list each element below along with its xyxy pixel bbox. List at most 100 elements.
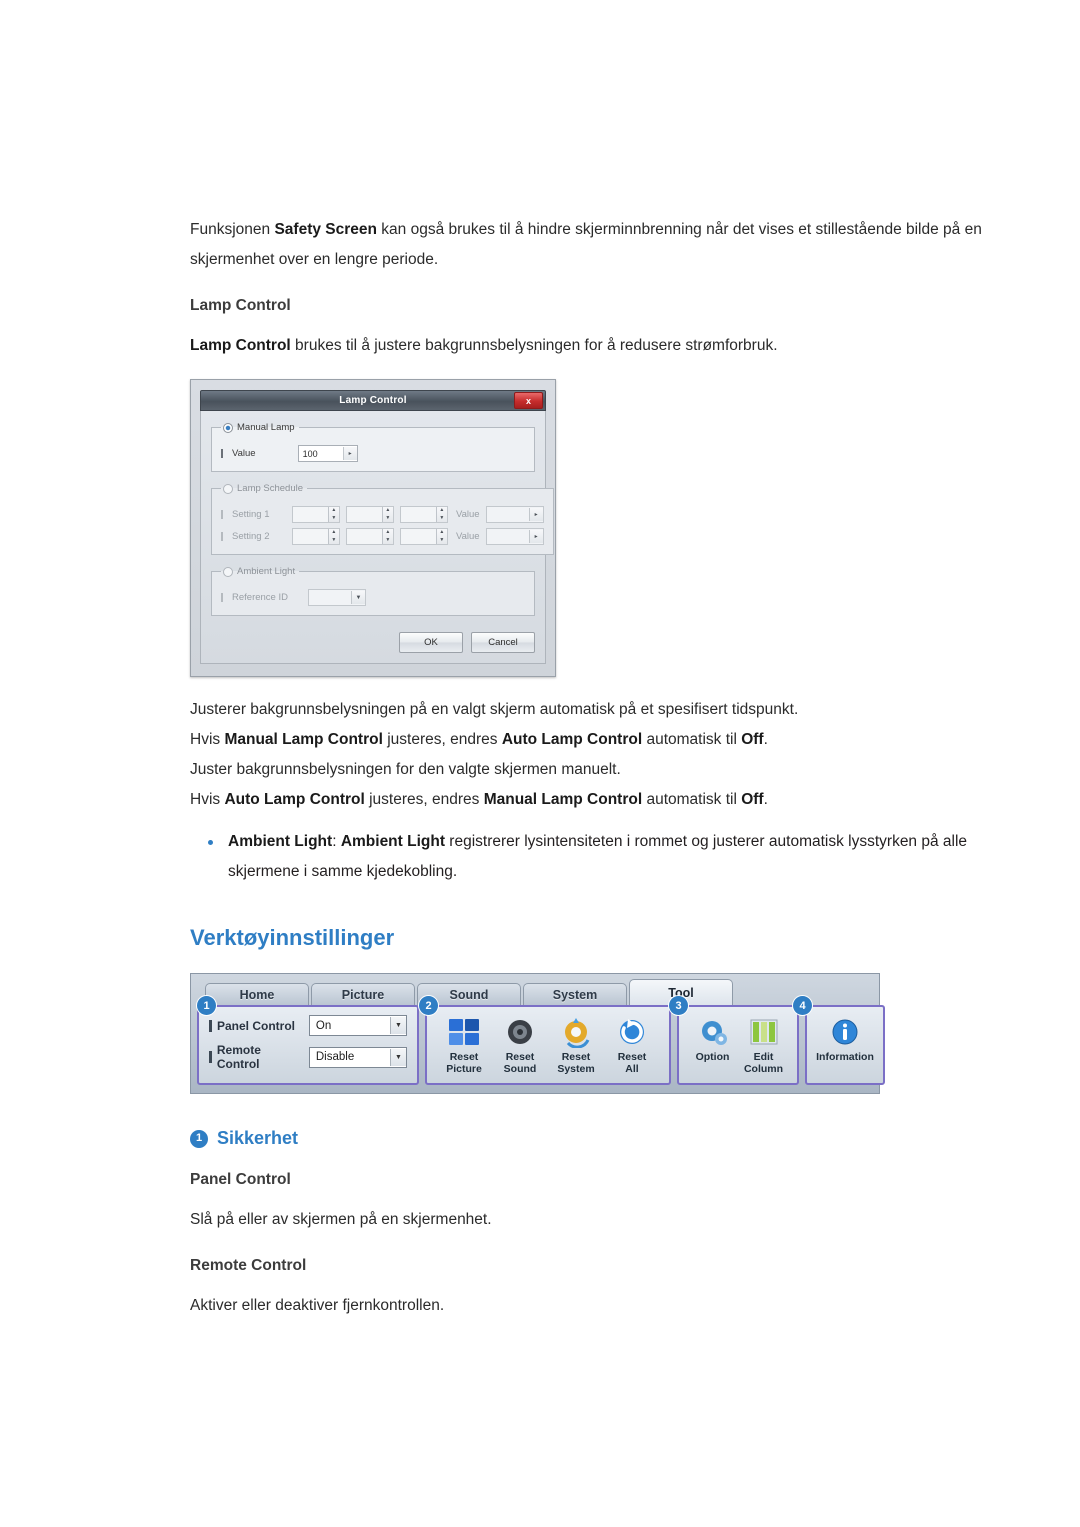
manual-lamp-group: Manual Lamp Value 100 ▸ [211, 422, 535, 472]
note4-seg3: Manual Lamp Control [483, 791, 643, 808]
ambient-bullet-bold1: Ambient Light [228, 833, 333, 850]
reset-all-cap1: Reset [617, 1051, 647, 1063]
lamp-schedule-radio[interactable] [223, 483, 233, 494]
chevron-right-icon[interactable]: ▸ [528, 530, 543, 543]
manual-lamp-radio[interactable] [223, 422, 233, 433]
note2-seg3: Auto Lamp Control [501, 731, 643, 748]
tab-picture[interactable]: Picture [311, 983, 415, 1006]
label-bar-icon [209, 1051, 212, 1063]
setting2-minute-spinner[interactable]: ▲ ▼ [346, 528, 394, 545]
note2-seg0: Hvis [190, 731, 225, 748]
setting1-second-spinner[interactable]: ▲ ▼ [400, 506, 448, 523]
panel-information: Information [805, 1005, 885, 1085]
chevron-right-icon[interactable]: ▸ [342, 447, 357, 460]
panel-control-label-wrap: Panel Control [209, 1019, 303, 1033]
remote-control-label-wrap: Remote Control [209, 1043, 303, 1071]
setting1-minute-spinner[interactable]: ▲ ▼ [346, 506, 394, 523]
tab-sound-label: Sound [449, 988, 489, 1002]
edit-column-button[interactable]: Edit Column [740, 1015, 787, 1075]
option-button[interactable]: Option [689, 1015, 736, 1075]
callout-badge-1: 1 [197, 996, 216, 1015]
lamp-notes: Justerer bakgrunnsbelysningen på en valg… [190, 695, 1000, 815]
ambient-light-legend-label: Ambient Light [237, 566, 296, 577]
callout-badge-2: 2 [419, 996, 438, 1015]
lamp-note-3-text: Juster bakgrunnsbelysningen for den valg… [190, 761, 621, 778]
setting1-value-label: Value [456, 509, 480, 520]
reset-system-button[interactable]: Reset System [549, 1015, 603, 1075]
panel-control-label: Panel Control [217, 1018, 296, 1033]
cancel-button[interactable]: Cancel [471, 632, 535, 653]
reset-picture-caption: Reset Picture [446, 1051, 482, 1075]
setting1-value-input[interactable]: ▸ [485, 506, 544, 523]
information-cap1: Information [816, 1051, 874, 1063]
information-icon [826, 1015, 864, 1049]
reference-id-select[interactable]: ▼ [307, 589, 366, 606]
label-bar-icon [209, 1019, 212, 1032]
chevron-down-icon[interactable]: ▼ [390, 1048, 406, 1066]
reset-picture-cap1: Reset [449, 1051, 479, 1063]
panel-option: Option Edit Column [677, 1005, 799, 1085]
reset-all-button[interactable]: Reset All [605, 1015, 659, 1075]
lamp-note-3: Juster bakgrunnsbelysningen for den valg… [190, 755, 1000, 785]
reset-picture-icon [445, 1015, 483, 1049]
dialog-button-row: OK Cancel [211, 632, 535, 653]
setting2-value-input[interactable]: ▸ [485, 528, 544, 545]
page-content: Funksjonen Safety Screen kan også brukes… [190, 215, 1000, 1321]
ambient-light-group: Ambient Light Reference ID ▼ [211, 566, 535, 616]
information-caption: Information [816, 1051, 874, 1063]
information-button[interactable]: Information [816, 1015, 874, 1075]
schedule-setting1-row: Setting 1 ▲ ▼ ▲ ▼ ▲ ▼ Value ▸ [221, 506, 544, 523]
tab-system[interactable]: System [523, 983, 627, 1006]
tab-picture-label: Picture [341, 988, 385, 1002]
lamp-schedule-legend: Lamp Schedule [221, 483, 307, 494]
ambient-bullet-mid: : [332, 833, 341, 850]
remote-control-select[interactable]: Disable ▼ [308, 1046, 407, 1068]
ambient-light-bullet: Ambient Light: Ambient Light registrerer… [190, 827, 1000, 887]
reset-system-caption: Reset System [557, 1051, 594, 1075]
tab-home[interactable]: Home [205, 983, 309, 1006]
setting2-second-spinner[interactable]: ▲ ▼ [400, 528, 448, 545]
ok-button[interactable]: OK [399, 632, 463, 653]
edit-column-cap2: Column [743, 1063, 784, 1075]
manual-lamp-legend-label: Manual Lamp [237, 422, 295, 433]
note4-seg2: justeres, endres [364, 791, 484, 808]
remote-control-label: Remote Control [216, 1043, 261, 1071]
chevron-down-icon[interactable]: ▼ [390, 1017, 406, 1034]
lamp-schedule-legend-label: Lamp Schedule [237, 483, 304, 494]
option-cap1: Option [695, 1051, 730, 1063]
chevron-down-icon[interactable]: ▼ [350, 591, 365, 604]
lamp-control-desc-bold: Lamp Control [190, 337, 291, 354]
remote-control-row: Remote Control Disable ▼ [209, 1043, 407, 1071]
toolbar-panels: Panel Control On ▼ Remote Control Disabl… [197, 1005, 885, 1085]
edit-column-icon [745, 1015, 783, 1049]
panel-security: Panel Control On ▼ Remote Control Disabl… [197, 1005, 419, 1085]
reference-id-row: Reference ID ▼ [221, 589, 525, 606]
manual-lamp-legend: Manual Lamp [221, 422, 299, 433]
chevron-right-icon[interactable]: ▸ [528, 508, 543, 521]
panel-control-select[interactable]: On ▼ [308, 1015, 407, 1036]
lamp-schedule-group: Lamp Schedule Setting 1 ▲ ▼ ▲ ▼ ▲ ▼ Value ▸… [211, 483, 554, 555]
document-page: Funksjonen Safety Screen kan også brukes… [0, 0, 1080, 1527]
setting2-hour-spinner[interactable]: ▲ ▼ [292, 528, 340, 545]
dialog-title: Lamp Control [339, 395, 407, 406]
note2-seg4: automatisk til [642, 731, 742, 748]
reset-sound-cap1: Reset [505, 1051, 535, 1063]
reset-all-icon [613, 1015, 651, 1049]
reset-picture-button[interactable]: Reset Picture [437, 1015, 491, 1075]
reset-sound-button[interactable]: Reset Sound [493, 1015, 547, 1075]
lamp-control-heading: Lamp Control [190, 297, 291, 314]
lamp-note-1-text: Justerer bakgrunnsbelysningen på en valg… [190, 701, 799, 718]
close-icon[interactable]: x [514, 392, 543, 409]
setting1-hour-spinner[interactable]: ▲ ▼ [292, 506, 340, 523]
remote-control-text: Aktiver eller deaktiver fjernkontrollen. [190, 1297, 445, 1314]
reset-all-caption: Reset All [618, 1051, 647, 1075]
setting2-value-label: Value [456, 531, 480, 542]
reset-sound-icon [501, 1015, 539, 1049]
ambient-bullet-bold2: Ambient Light [340, 833, 445, 850]
note2-seg5: Off [741, 731, 764, 748]
lamp-note-1: Justerer bakgrunnsbelysningen på en valg… [190, 695, 1000, 725]
ambient-light-radio[interactable] [223, 566, 233, 577]
value-label: Value [232, 448, 256, 459]
value-label-bar-icon [221, 449, 223, 458]
manual-lamp-value-input[interactable]: 100 ▸ [297, 445, 358, 462]
